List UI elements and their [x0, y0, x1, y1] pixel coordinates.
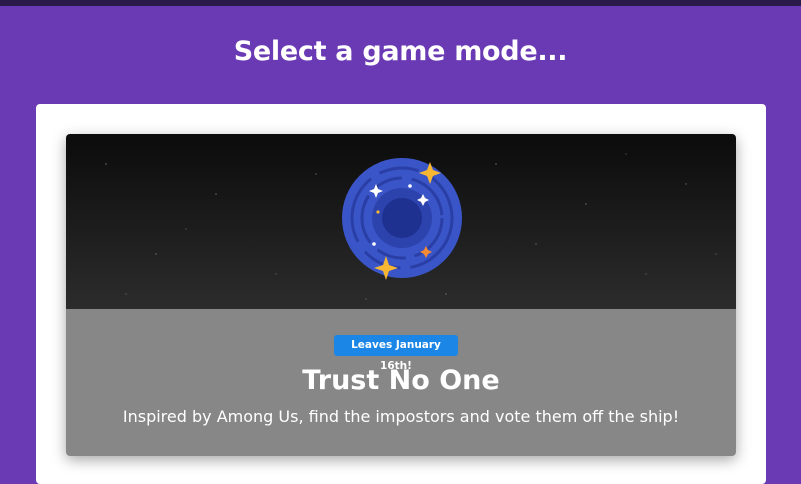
game-mode-info: Leaves January 16th! Trust No One Inspir… — [66, 309, 736, 456]
game-mode-card-trust-no-one[interactable]: Leaves January 16th! Trust No One Inspir… — [66, 134, 736, 456]
game-mode-image — [66, 134, 736, 309]
portal — [342, 158, 462, 278]
mode-description: Inspired by Among Us, find the impostors… — [122, 407, 680, 426]
leaving-badge: Leaves January 16th! — [334, 335, 458, 372]
top-strip — [0, 0, 801, 6]
game-mode-panel: Leaves January 16th! Trust No One Inspir… — [36, 104, 766, 484]
spiral-galaxy-portal-icon — [105, 153, 717, 300]
page-heading: Select a game mode... — [233, 36, 568, 67]
mode-title: Trust No One — [302, 365, 500, 396]
